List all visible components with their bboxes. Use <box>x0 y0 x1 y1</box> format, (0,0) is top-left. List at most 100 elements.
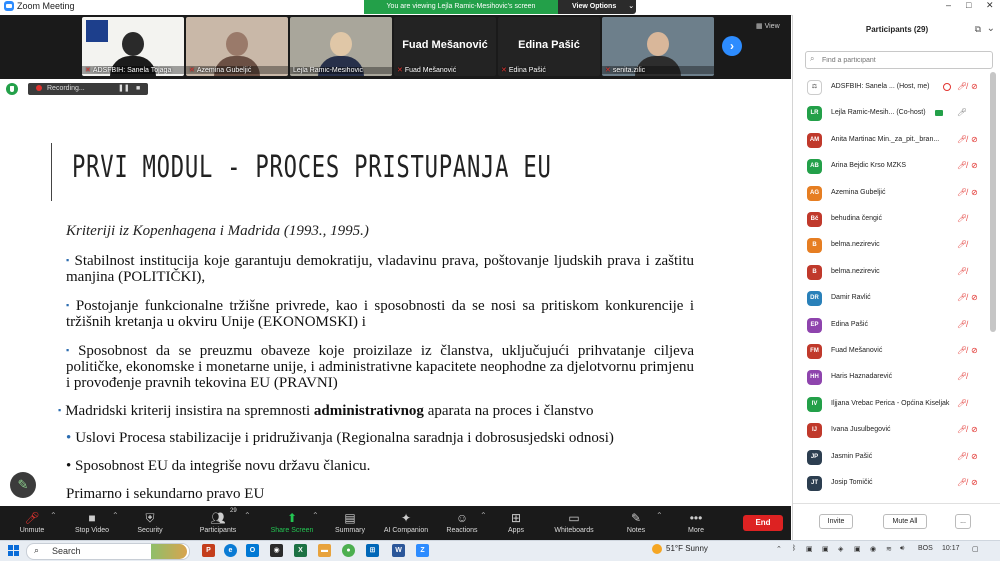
security-button[interactable]: ⛨ Security <box>122 509 178 534</box>
participant-name: Lejla Ramic-Mesih... (Co-host) <box>831 109 926 117</box>
video-tile[interactable]: Lejla Ramic-Mesihovic <box>290 17 392 76</box>
outlook-icon[interactable]: O <box>246 544 259 557</box>
view-options-button[interactable]: View Options ⌄ <box>558 0 634 14</box>
participant-row[interactable]: Bbelma.nezirevic 🎤︎̸ <box>793 233 989 259</box>
slide-bullet: ▪ Madridski kriterij insistira na spremno… <box>58 403 594 419</box>
participant-row[interactable]: ⚖ ADSFBIH: Sanela ... (Host, me) 🎤︎̸ ⊘ <box>793 75 989 101</box>
notification-icon[interactable]: ▢ <box>972 545 979 553</box>
tile-name: Lejla Ramic-Mesihovic <box>290 67 392 74</box>
participant-row[interactable]: LR Lejla Ramic-Mesih... (Co-host) 🎤︎ <box>793 101 989 127</box>
word-icon[interactable]: W <box>392 544 405 557</box>
video-tile[interactable]: Edina Pašić ✕ Edina Pašić <box>498 17 600 76</box>
slide-bullet: Primarno i sekundarno pravo EU <box>66 486 265 502</box>
tile-name: ✕ Azemina Gubeljić <box>186 66 288 74</box>
mute-all-button[interactable]: Mute All <box>883 514 927 529</box>
recording-icon <box>943 83 951 91</box>
file-explorer-icon[interactable]: ▬ <box>318 544 331 557</box>
participant-search-input[interactable] <box>820 53 984 67</box>
panel-scrollbar[interactable] <box>990 72 996 332</box>
minimize-button[interactable]: – <box>946 0 951 10</box>
stop-recording-icon[interactable]: ■ <box>136 83 140 95</box>
end-meeting-button[interactable]: End <box>743 515 783 531</box>
tray-app-icon[interactable]: ▣ <box>822 545 829 553</box>
participant-row[interactable]: AG Azemina Gubeljić 🎤︎̸ ⊘ <box>793 181 989 207</box>
video-tile[interactable]: Fuad Mešanović ✕ Fuad Mešanović <box>394 17 496 76</box>
apps-button[interactable]: ⊞ Apps <box>488 509 544 534</box>
participant-avatar: LR <box>807 106 822 122</box>
camera-app-icon[interactable]: ◉ <box>270 544 283 557</box>
participant-row[interactable]: AB Arina Bejdic Krso MZKS 🎤︎̸ ⊘ <box>793 154 989 180</box>
participant-row[interactable]: DR Damir Ravlić 🎤︎̸ ⊘ <box>793 286 989 312</box>
volume-icon[interactable]: 🔊︎ <box>900 545 904 553</box>
close-button[interactable]: ✕ <box>986 0 994 11</box>
popout-icon[interactable]: ⧉ <box>975 24 981 35</box>
people-icon: 👥︎ <box>210 511 226 525</box>
next-page-arrow-icon[interactable]: › <box>722 36 742 56</box>
chevron-down-icon: ⌄ <box>628 3 635 10</box>
video-tile[interactable]: ✕ Azemina Gubeljić <box>186 17 288 76</box>
chevron-up-icon[interactable]: ⌃ <box>656 511 663 520</box>
excel-icon[interactable]: X <box>294 544 307 557</box>
bullet-dot-icon: • <box>66 430 72 446</box>
participant-row[interactable]: Bč behudina čengić 🎤︎̸ <box>793 207 989 233</box>
more-options-button[interactable]: ... <box>955 514 971 529</box>
participant-name: Ivana Jusulbegović <box>831 426 891 434</box>
maximize-button[interactable]: □ <box>966 0 971 10</box>
clock[interactable]: 10:17 <box>942 545 960 552</box>
tile-name: ✕ ADSFBIH: Sanela Tojaga <box>82 66 184 74</box>
view-button[interactable]: ▦ View <box>756 22 780 30</box>
slide-title: PRVI MODUL - PROCES PRISTUPANJA EU <box>72 150 552 185</box>
bullet-square-icon: ▪ <box>66 300 72 310</box>
participant-row[interactable]: Bbelma.nezirevic 🎤︎̸ <box>793 260 989 286</box>
shared-screen-slide: PRVI MODUL - PROCES PRISTUPANJA EU Krite… <box>0 98 791 506</box>
close-icon[interactable]: ⌄ <box>987 23 995 34</box>
more-button[interactable]: ••• More <box>668 509 724 534</box>
tray-overflow-icon[interactable]: ⌃ <box>776 545 782 553</box>
chevron-up-icon[interactable]: ⌃ <box>312 511 319 520</box>
bullet-square-icon: ▪ <box>66 255 71 265</box>
invite-button[interactable]: Invite <box>819 514 853 529</box>
mic-icon: 🎤︎ <box>957 108 968 118</box>
weather-widget[interactable]: 51°F Sunny <box>652 544 708 554</box>
participant-row[interactable]: IV Iljjana Vrebac Perica - Općina Kiselja… <box>793 392 989 418</box>
whiteboards-button[interactable]: ▭ Whiteboards <box>546 509 602 534</box>
store-icon[interactable]: ⊞ <box>366 544 379 557</box>
tray-app-icon[interactable]: ▣ <box>806 545 813 553</box>
edge-icon[interactable]: e <box>224 544 237 557</box>
chevron-up-icon[interactable]: ⌃ <box>112 511 119 520</box>
powerpoint-icon[interactable]: P <box>202 544 215 557</box>
bluetooth-icon[interactable]: ᛒ <box>792 545 796 552</box>
tray-app-icon[interactable]: ▣ <box>854 545 861 553</box>
language-indicator[interactable]: BOS <box>918 545 933 552</box>
video-tile[interactable]: ✕ ADSFBIH: Sanela Tojaga <box>82 17 184 76</box>
participant-avatar: DR <box>807 291 822 307</box>
annotate-pen-icon[interactable]: ✎ <box>10 472 36 498</box>
tray-app-icon[interactable]: ◈ <box>838 545 843 553</box>
wifi-icon[interactable]: ≋ <box>886 545 892 553</box>
video-off-icon: ⊘ <box>971 346 978 355</box>
video-tile[interactable]: ✕ senita.zilic <box>602 17 714 76</box>
participant-row[interactable]: IJ Ivana Jusulbegović 🎤︎̸ ⊘ <box>793 418 989 444</box>
participant-name: Josip Tomičić <box>831 479 873 486</box>
participant-row[interactable]: JT Josip Tomičić 🎤︎̸ ⊘ <box>793 471 989 497</box>
chevron-up-icon[interactable]: ⌃ <box>244 511 251 520</box>
zoom-taskbar-icon[interactable]: Z <box>416 544 429 557</box>
participant-row[interactable]: HH Haris Haznadarević 🎤︎̸ <box>793 365 989 391</box>
participants-button[interactable]: 👥︎ Participants <box>190 509 246 534</box>
video-off-icon: ⊘ <box>971 451 978 461</box>
apps-icon: ⊞ <box>510 511 522 525</box>
taskbar-search[interactable]: ⌕ Search <box>26 543 190 560</box>
chevron-up-icon[interactable]: ⌃ <box>480 511 487 520</box>
participant-row[interactable]: FM Fuad Mešanović 🎤︎̸ ⊘ <box>793 339 989 365</box>
ai-companion-button[interactable]: ✦ AI Companion <box>378 509 434 534</box>
recording-indicator[interactable]: Recording... ❚❚ ■ <box>28 83 148 95</box>
participant-row[interactable]: AM Anita Martinac Min._za_pit._bran... 🎤︎̸… <box>793 128 989 154</box>
participant-row[interactable]: JP Jasmin Pašić 🎤︎̸ ⊘ <box>793 445 989 471</box>
chevron-up-icon[interactable]: ⌃ <box>50 511 57 520</box>
chrome-icon[interactable]: ● <box>342 544 355 557</box>
tray-app-icon[interactable]: ◉ <box>870 545 876 553</box>
summary-button[interactable]: ▤ Summary <box>322 509 378 534</box>
pause-recording-icon[interactable]: ❚❚ <box>118 83 130 95</box>
windows-start-icon[interactable] <box>8 545 19 556</box>
participant-row[interactable]: EP Edina Pašić 🎤︎̸ <box>793 313 989 339</box>
